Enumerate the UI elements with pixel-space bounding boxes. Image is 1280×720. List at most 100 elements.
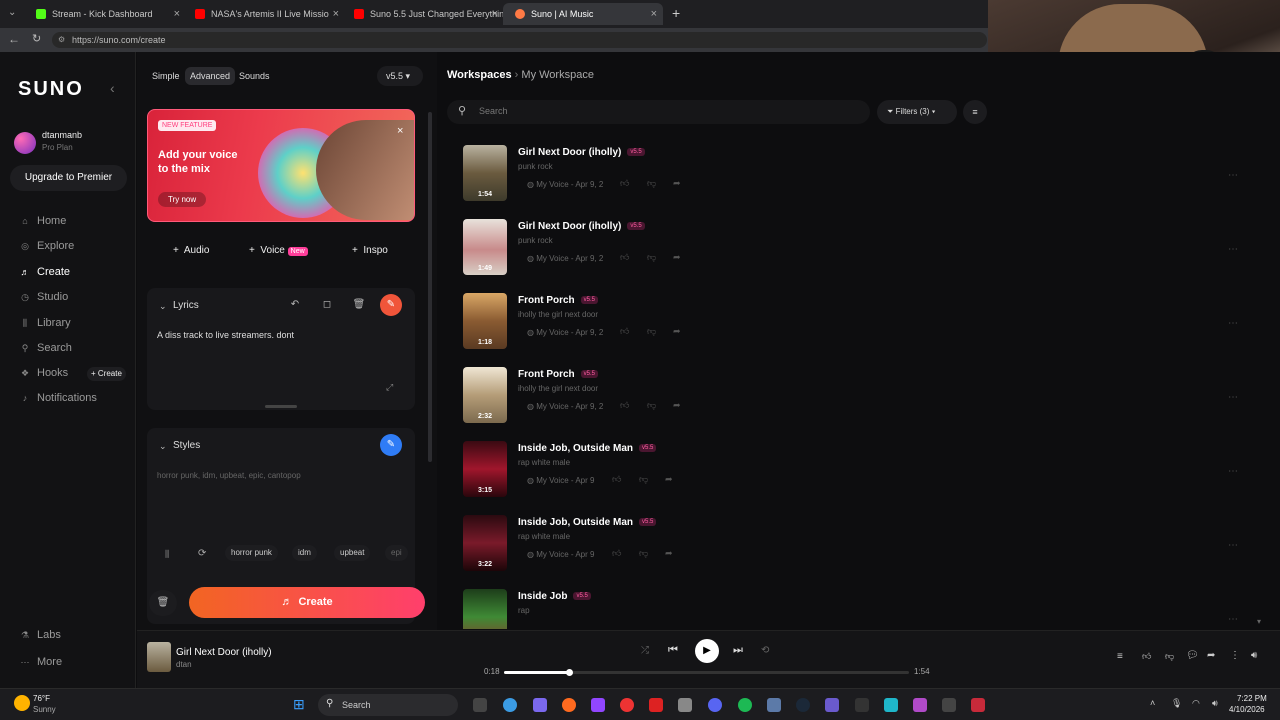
song-style[interactable]: punk rock <box>518 236 553 245</box>
song-style[interactable]: rap white male <box>518 458 570 467</box>
close-icon[interactable]: × <box>174 8 180 20</box>
song-title[interactable]: Inside Job v5.5 <box>518 591 591 602</box>
list-item[interactable]: 1:18 Front Porch v5.5 iholly the girl nex… <box>463 293 1253 355</box>
style-chip[interactable]: horror punk <box>225 545 278 561</box>
shuffle-tags-icon[interactable]: ⟳ <box>198 548 206 559</box>
sidebar-item-more[interactable]: ⋯ More <box>20 656 63 668</box>
song-cover[interactable]: 1:49 <box>463 219 507 275</box>
trash-icon[interactable]: 🗑 <box>348 294 370 316</box>
more-options-icon[interactable]: ⋯ <box>1228 466 1238 477</box>
style-chip[interactable]: idm <box>292 545 317 561</box>
thumbs-up-icon[interactable]: 👍︎ <box>620 400 629 411</box>
undo-icon[interactable]: ↶ <box>284 294 306 316</box>
thumbs-down-icon[interactable]: 👎︎ <box>647 326 656 337</box>
discord-icon[interactable] <box>708 698 722 712</box>
style-chip[interactable]: epi <box>385 545 408 561</box>
tab-suno-video[interactable]: Suno 5.5 Just Changed Everything × <box>342 3 504 25</box>
new-tab-button[interactable]: + <box>672 5 680 21</box>
queue-icon[interactable]: ≡ <box>1117 651 1123 662</box>
share-icon[interactable]: ➦ <box>1207 650 1215 661</box>
sidebar-item-home[interactable]: ⌂ Home <box>20 215 66 227</box>
song-style[interactable]: punk rock <box>518 162 553 171</box>
thumbs-up-icon[interactable]: 👍︎ <box>612 474 621 485</box>
sidebar-item-search[interactable]: ⚲ Search <box>20 342 72 354</box>
try-now-button[interactable]: Try now <box>158 192 207 207</box>
player-title[interactable]: Girl Next Door (iholly) <box>176 647 272 658</box>
more-options-icon[interactable]: ⋯ <box>1228 318 1238 329</box>
thumbs-up-icon[interactable]: 👍︎ <box>1142 651 1151 662</box>
weather-icon[interactable] <box>14 695 30 711</box>
tab-suno[interactable]: Suno | AI Music × <box>503 3 663 25</box>
thumbs-down-icon[interactable]: 👎︎ <box>1165 651 1174 662</box>
breadcrumb-workspaces[interactable]: Workspaces <box>447 69 512 81</box>
tray-chevron-icon[interactable]: ˄ <box>1150 698 1155 708</box>
app-icon[interactable] <box>825 698 839 712</box>
comment-icon[interactable]: 💬︎ <box>1186 650 1199 661</box>
song-cover[interactable]: 2:32 <box>463 367 507 423</box>
app-icon[interactable] <box>649 698 663 712</box>
song-cover[interactable]: 3:15 <box>463 441 507 497</box>
progress-bar[interactable] <box>504 669 909 676</box>
clock-time[interactable]: 7:22 PM <box>1237 694 1267 703</box>
close-icon[interactable]: × <box>651 8 657 20</box>
thumbs-down-icon[interactable]: 👎︎ <box>647 178 656 189</box>
feature-banner[interactable]: NEW FEATURE Add your voice to the mix Tr… <box>147 109 415 222</box>
player-cover[interactable] <box>147 642 171 672</box>
style-chip[interactable]: upbeat <box>334 545 371 561</box>
url-field[interactable]: ⚙ https://suno.com/create <box>52 32 987 48</box>
share-icon[interactable]: ➦ <box>665 548 673 559</box>
progress-handle[interactable] <box>565 669 573 676</box>
add-inspo-button[interactable]: + Inspo <box>352 245 388 256</box>
thumbs-down-icon[interactable]: 👎︎ <box>647 400 656 411</box>
share-icon[interactable]: ➦ <box>665 474 673 485</box>
site-info-icon[interactable]: ⚙ <box>58 32 65 48</box>
add-audio-button[interactable]: + Audio <box>173 245 209 256</box>
wifi-icon[interactable]: ◠ <box>1192 698 1200 709</box>
share-icon[interactable]: ➦ <box>673 252 681 263</box>
resize-handle[interactable] <box>265 405 297 408</box>
edge-icon[interactable] <box>503 698 517 712</box>
repeat-icon[interactable]: ⟲ <box>761 645 769 656</box>
filters-button[interactable]: ⏷ Filters (3) ▾ <box>877 100 957 124</box>
song-title[interactable]: Front Porch v5.5 <box>518 295 599 306</box>
tab-search-icon[interactable]: ⌄ <box>8 7 16 18</box>
firefox-icon[interactable] <box>562 698 576 712</box>
share-icon[interactable]: ➦ <box>673 326 681 337</box>
more-options-icon[interactable]: ⋯ <box>1228 392 1238 403</box>
app-icon[interactable] <box>971 698 985 712</box>
collapse-sidebar-icon[interactable]: ‹ <box>110 80 115 96</box>
song-cover[interactable]: 3:22 <box>463 515 507 571</box>
clock-date[interactable]: 4/10/2026 <box>1229 705 1265 714</box>
styles-input[interactable]: horror punk, idm, upbeat, epic, cantopop <box>157 471 397 480</box>
list-item[interactable]: Inside Job v5.5 rap ⋯ <box>463 589 1253 629</box>
sort-button[interactable]: ≡ <box>963 100 987 124</box>
more-options-icon[interactable]: ⋯ <box>1228 540 1238 551</box>
steam-icon[interactable] <box>767 698 781 712</box>
search-input[interactable]: ⚲ Search <box>447 100 870 124</box>
chevron-down-icon[interactable]: ⌄ <box>159 301 167 312</box>
song-style[interactable]: rap <box>518 606 530 615</box>
song-cover[interactable] <box>463 589 507 629</box>
share-icon[interactable]: ➦ <box>673 178 681 189</box>
song-style[interactable]: rap white male <box>518 532 570 541</box>
sidebar-item-create[interactable]: ♬ Create <box>20 266 71 278</box>
close-icon[interactable]: × <box>333 8 339 20</box>
thumbs-down-icon[interactable]: 👎︎ <box>647 252 656 263</box>
hooks-create-button[interactable]: + Create <box>87 367 126 381</box>
avatar[interactable] <box>14 132 36 154</box>
chevron-down-icon[interactable]: ⌄ <box>159 441 167 452</box>
upgrade-button[interactable]: Upgrade to Premier <box>10 165 127 191</box>
sidebar-item-notifications[interactable]: ♪ Notifications <box>20 392 97 404</box>
close-icon[interactable]: × <box>397 125 403 137</box>
list-item[interactable]: 3:15 Inside Job, Outside Man v5.5 rap whi… <box>463 441 1253 503</box>
app-icon[interactable] <box>884 698 898 712</box>
sidebar-item-labs[interactable]: ⚗ Labs <box>20 629 61 641</box>
song-title[interactable]: Girl Next Door (iholly) v5.5 <box>518 147 645 158</box>
mode-simple[interactable]: Simple <box>147 67 185 85</box>
list-item[interactable]: 2:32 Front Porch v5.5 iholly the girl nex… <box>463 367 1253 429</box>
song-cover[interactable]: 1:54 <box>463 145 507 201</box>
thumbs-up-icon[interactable]: 👍︎ <box>620 326 629 337</box>
thumbs-up-icon[interactable]: 👍︎ <box>612 548 621 559</box>
task-view-icon[interactable] <box>473 698 487 712</box>
user-name[interactable]: dtanmanb <box>42 130 82 140</box>
